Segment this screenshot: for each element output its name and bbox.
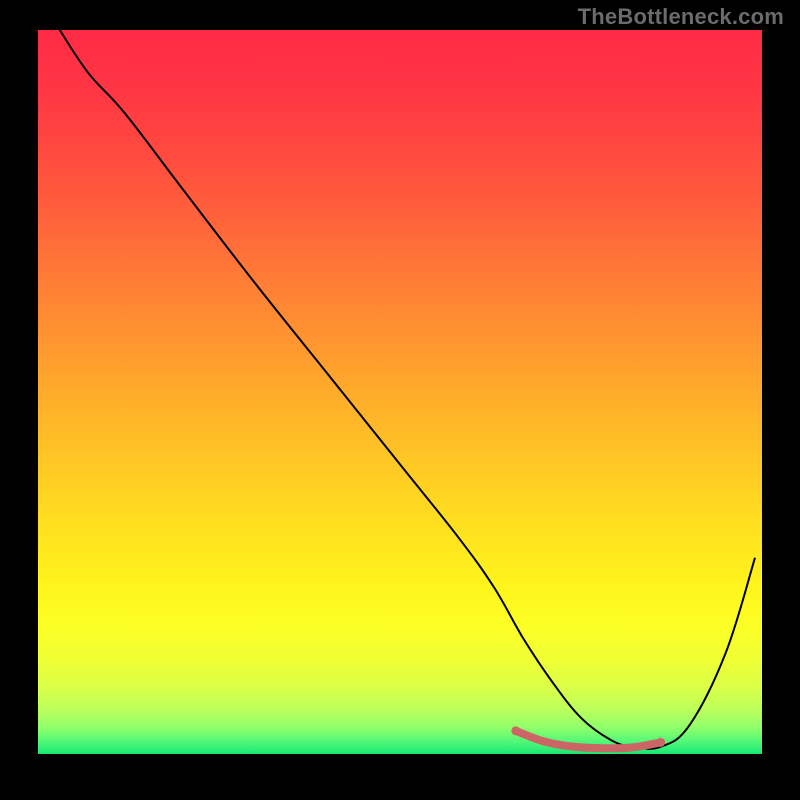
watermark-text: TheBottleneck.com — [578, 4, 784, 30]
curve-overlay — [38, 30, 762, 754]
plot-area — [38, 30, 762, 754]
bottleneck-curve — [60, 30, 755, 749]
chart-frame: TheBottleneck.com — [0, 0, 800, 800]
emphasis-segment — [516, 731, 661, 748]
